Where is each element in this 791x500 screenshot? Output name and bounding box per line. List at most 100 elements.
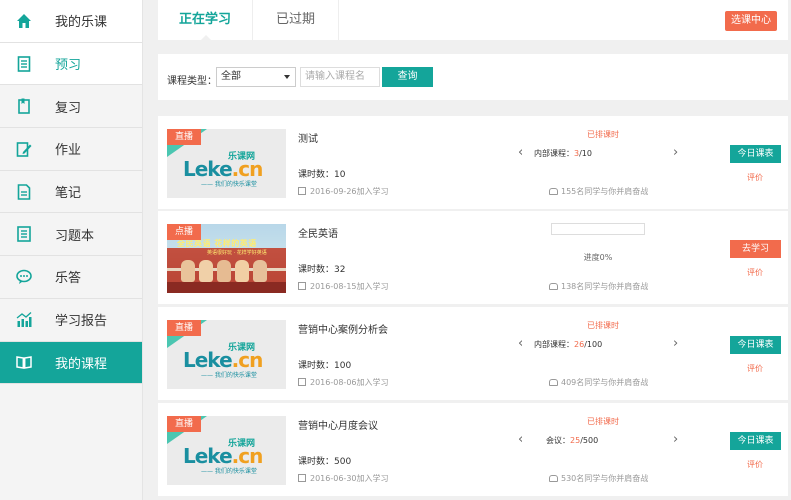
course-card: Leke.cn 乐课网 —— 我们的快乐课堂 直播 营销中心月度会议 课时数：5… <box>158 403 788 496</box>
leke-logo: Leke.cn 乐课网 —— 我们的快乐课堂 <box>183 343 263 379</box>
sidebar-item-label: 预习 <box>55 58 82 74</box>
live-badge: 直播 <box>167 129 201 145</box>
sidebar-item-report[interactable]: 学习报告 <box>0 299 142 342</box>
course-card: 全民英语 花样的英语 英语很好玩 · 花样学好英语 点播 全民英语 课时数：32… <box>158 211 788 304</box>
leke-logo: Leke.cn 乐课网 —— 我们的快乐课堂 <box>183 152 263 188</box>
lesson-pager: ‹ 内部课程：26/100 › <box>518 336 678 351</box>
progress-text: 进度0% <box>583 253 613 262</box>
sidebar-item-my-leke[interactable]: 我的乐课 <box>0 0 142 43</box>
note-icon <box>15 183 33 201</box>
live-badge: 直播 <box>167 416 201 432</box>
today-schedule-button[interactable]: 今日课表 <box>730 336 781 354</box>
users-icon <box>549 283 558 290</box>
peer-count: 155名同学与你并肩奋战 <box>549 186 648 197</box>
chevron-right-icon[interactable]: › <box>673 432 678 447</box>
sidebar-item-label: 作业 <box>55 143 82 159</box>
edit-icon <box>15 140 33 158</box>
course-type-label: 课程类型： <box>167 76 217 87</box>
today-schedule-button[interactable]: 今日课表 <box>730 432 781 450</box>
rate-link[interactable]: 评价 <box>747 267 763 278</box>
lesson-pager: ‹ 内部课程：3/10 › <box>518 145 678 160</box>
sidebar-item-label: 复习 <box>55 100 82 116</box>
calendar-icon <box>298 282 306 290</box>
join-date: 2016-08-15加入学习 <box>298 281 389 292</box>
progress-bar <box>551 223 645 235</box>
peer-count: 138名同学与你并肩奋战 <box>549 281 648 292</box>
dropdown-arrow-icon <box>284 75 290 79</box>
scheduled-status: 已排课时 <box>587 417 619 426</box>
course-hours: 课时数：100 <box>298 361 352 371</box>
calendar-icon <box>298 474 306 482</box>
go-learn-button[interactable]: 去学习 <box>730 240 781 258</box>
tab-bar: 正在学习 已过期 选课中心 <box>158 0 788 41</box>
users-icon <box>549 188 558 195</box>
peer-count: 530名同学与你并肩奋战 <box>549 473 648 484</box>
course-title[interactable]: 测试 <box>298 130 318 145</box>
sidebar-item-review[interactable]: 复习 <box>0 85 142 129</box>
sidebar-item-label: 我的课程 <box>55 356 108 372</box>
course-card: Leke.cn 乐课网 —— 我们的快乐课堂 直播 测试 课时数：10 2016… <box>158 116 788 209</box>
chevron-left-icon[interactable]: ‹ <box>518 336 523 351</box>
rate-link[interactable]: 评价 <box>747 172 763 183</box>
calendar-icon <box>298 187 306 195</box>
chevron-left-icon[interactable]: ‹ <box>518 145 523 160</box>
course-hours: 课时数：32 <box>298 265 346 275</box>
book-icon <box>15 353 33 371</box>
chevron-left-icon[interactable]: ‹ <box>518 432 523 447</box>
sidebar-item-answers[interactable]: 乐答 <box>0 256 142 299</box>
peer-count: 409名同学与你并肩奋战 <box>549 377 648 388</box>
bookmark-icon <box>15 97 33 115</box>
join-date: 2016-08-06加入学习 <box>298 377 389 388</box>
active-tab-indicator <box>200 35 212 41</box>
users-icon <box>549 475 558 482</box>
course-hours: 课时数：10 <box>298 170 346 180</box>
scheduled-status: 已排课时 <box>587 321 619 330</box>
home-icon <box>15 12 33 30</box>
tab-expired[interactable]: 已过期 <box>253 0 339 40</box>
course-hours: 课时数：500 <box>298 457 352 467</box>
live-badge: 直播 <box>167 320 201 336</box>
sidebar-item-label: 乐答 <box>55 271 82 287</box>
sidebar: 我的乐课 预习 复习 作业 笔记 习题本 乐答 学习报告 我的课程 <box>0 0 143 500</box>
calendar-icon <box>298 378 306 386</box>
sidebar-item-homework[interactable]: 作业 <box>0 128 142 171</box>
rate-link[interactable]: 评价 <box>747 363 763 374</box>
users-icon <box>549 379 558 386</box>
sidebar-item-notes[interactable]: 笔记 <box>0 171 142 214</box>
chevron-right-icon[interactable]: › <box>673 336 678 351</box>
course-center-button[interactable]: 选课中心 <box>725 11 777 31</box>
sidebar-item-preview[interactable]: 预习 <box>0 42 142 86</box>
lesson-progress-text: 会议：25/500 <box>546 436 599 445</box>
sidebar-item-my-courses[interactable]: 我的课程 <box>0 341 142 385</box>
document-icon <box>15 55 33 73</box>
course-thumbnail[interactable]: Leke.cn 乐课网 —— 我们的快乐课堂 直播 <box>167 129 286 198</box>
course-thumbnail[interactable]: 全民英语 花样的英语 英语很好玩 · 花样学好英语 点播 <box>167 224 286 293</box>
course-title[interactable]: 全民英语 <box>298 225 338 240</box>
sidebar-item-label: 习题本 <box>55 228 95 244</box>
leke-logo: Leke.cn 乐课网 —— 我们的快乐课堂 <box>183 439 263 475</box>
list-icon <box>15 225 33 243</box>
scheduled-status: 已排课时 <box>587 130 619 139</box>
search-button[interactable]: 查询 <box>382 67 433 87</box>
course-name-search-input[interactable]: 请输入课程名 <box>300 67 380 87</box>
course-thumbnail[interactable]: Leke.cn 乐课网 —— 我们的快乐课堂 直播 <box>167 320 286 389</box>
course-title[interactable]: 营销中心案例分析会 <box>298 321 388 336</box>
join-date: 2016-09-26加入学习 <box>298 186 389 197</box>
sidebar-item-label: 学习报告 <box>55 314 108 330</box>
sidebar-item-label: 我的乐课 <box>55 15 108 31</box>
lesson-progress-text: 内部课程：3/10 <box>534 149 592 158</box>
vod-badge: 点播 <box>167 224 201 240</box>
sidebar-item-exercise-book[interactable]: 习题本 <box>0 213 142 257</box>
today-schedule-button[interactable]: 今日课表 <box>730 145 781 163</box>
course-thumbnail[interactable]: Leke.cn 乐课网 —— 我们的快乐课堂 直播 <box>167 416 286 485</box>
course-type-select[interactable]: 全部 <box>216 67 296 87</box>
join-date: 2016-06-30加入学习 <box>298 473 389 484</box>
rate-link[interactable]: 评价 <box>747 459 763 470</box>
course-title[interactable]: 营销中心月度会议 <box>298 417 378 432</box>
sidebar-item-label: 笔记 <box>55 186 82 202</box>
filter-bar: 课程类型： 全部 请输入课程名 查询 <box>158 54 788 100</box>
lesson-pager: ‹ 会议：25/500 › <box>518 432 678 447</box>
chevron-right-icon[interactable]: › <box>673 145 678 160</box>
lesson-progress-text: 内部课程：26/100 <box>534 340 603 349</box>
tab-current-learning[interactable]: 正在学习 <box>158 0 253 40</box>
